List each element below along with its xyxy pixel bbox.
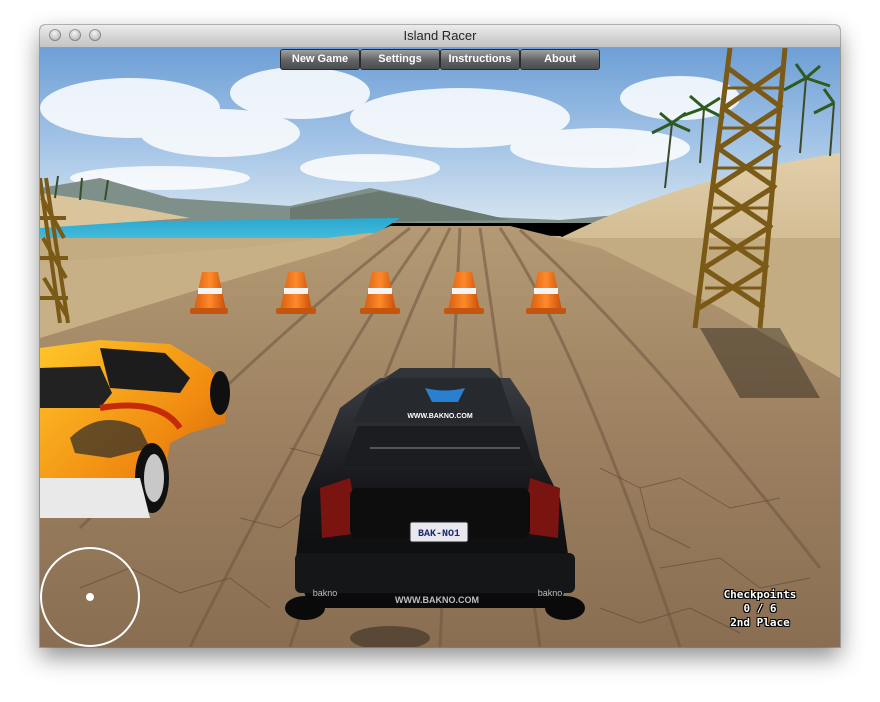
main-menu: New Game Settings Instructions About bbox=[280, 49, 600, 71]
race-position: 2nd Place bbox=[730, 616, 790, 629]
game-viewport[interactable]: WWW.BAKNO.COM BAK-NO1 WWW.BAKNO.COM bakn… bbox=[40, 48, 840, 647]
license-plate: BAK-NO1 bbox=[418, 529, 460, 540]
checkpoints-progress: 0 / 6 bbox=[743, 602, 777, 615]
instructions-button[interactable]: Instructions bbox=[440, 49, 520, 70]
car-brand-left: bakno bbox=[313, 588, 338, 598]
minimap-player-dot bbox=[86, 593, 94, 601]
game-window: Island Racer WWW.BAKNO.COM BAK-NO1 WWW.B… bbox=[40, 25, 840, 647]
car-bumper-site: WWW.BAKNO.COM bbox=[395, 595, 479, 605]
race-hud: Checkpoints 0 / 6 2nd Place bbox=[700, 588, 820, 630]
title-bar[interactable]: Island Racer bbox=[40, 25, 840, 48]
car-brand-right: bakno bbox=[538, 588, 563, 598]
settings-button[interactable]: Settings bbox=[360, 49, 440, 70]
new-game-button[interactable]: New Game bbox=[280, 49, 360, 70]
checkpoints-label: Checkpoints bbox=[723, 588, 797, 601]
car-windshield-site: WWW.BAKNO.COM bbox=[407, 413, 472, 420]
window-title: Island Racer bbox=[403, 28, 477, 43]
about-button[interactable]: About bbox=[520, 49, 600, 70]
